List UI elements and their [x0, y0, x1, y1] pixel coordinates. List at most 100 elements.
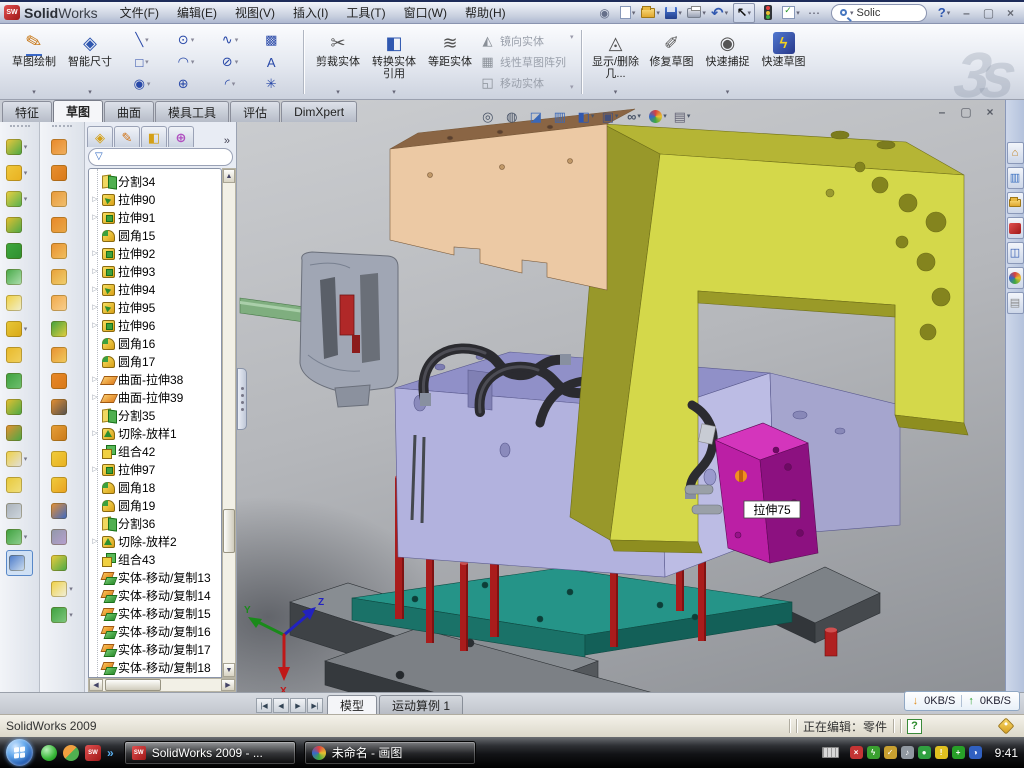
tree-item[interactable]: ▷ 拉伸90 — [91, 190, 221, 208]
scroll-thumb[interactable] — [223, 509, 235, 553]
command-tab[interactable]: DimXpert — [281, 101, 357, 122]
tab-nav-button[interactable]: ▶ — [290, 698, 306, 713]
toolbar-button[interactable]: ▾ — [51, 368, 73, 394]
menu-item[interactable]: 视图(V) — [227, 2, 283, 23]
toolbar-button[interactable]: ▾ — [6, 212, 34, 238]
sketch-tool[interactable]: ▩ ▾ — [252, 29, 296, 51]
sketch-tool[interactable]: ∿ ▾ — [208, 29, 252, 51]
toolbar-button[interactable]: ▾ — [6, 550, 34, 576]
model-top-plate[interactable] — [390, 109, 635, 290]
tray-icon[interactable]: ϟ — [867, 746, 880, 759]
model-side-block[interactable] — [715, 423, 818, 563]
tree-item[interactable]: ▷ 拉伸95 — [91, 298, 221, 316]
tag-icon[interactable] — [998, 718, 1015, 735]
ribbon-button[interactable]: 快速草图 ▾ — [756, 27, 812, 97]
ribbon-small-button[interactable]: ◱ 移动实体 — [480, 74, 566, 92]
scroll-up-button[interactable]: ▲ — [223, 169, 235, 183]
minimize-button[interactable]: – — [957, 4, 976, 21]
graphics-viewport[interactable]: 拉伸75 Y Z X — [237, 100, 1024, 692]
undo-button[interactable] — [710, 3, 730, 22]
command-tab[interactable]: 评估 — [230, 101, 280, 122]
pin[interactable] — [698, 553, 706, 641]
panel-tabs-overflow[interactable]: » — [220, 135, 234, 147]
expand-arrow-icon[interactable]: ▷ — [91, 393, 99, 401]
task-pane-button[interactable] — [1007, 167, 1024, 189]
expand-arrow-icon[interactable]: ▷ — [91, 321, 99, 329]
toolbar-button[interactable]: ▾ — [6, 186, 34, 212]
toolbar-button[interactable]: ▾ — [6, 472, 34, 498]
toolbar-button[interactable]: ▾ — [51, 576, 73, 602]
toolbar-button[interactable]: ▾ — [6, 238, 34, 264]
expand-arrow-icon[interactable]: ▷ — [91, 465, 99, 473]
doc-close-button[interactable]: × — [982, 105, 998, 119]
expand-arrow-icon[interactable]: ▷ — [91, 249, 99, 257]
toolbar-button[interactable]: ▾ — [51, 264, 73, 290]
tree-item[interactable]: ▷ 实体-移动/复制14 — [91, 586, 221, 604]
quick-launch-icon[interactable] — [63, 745, 79, 761]
tree-item[interactable]: ▷ 分割35 — [91, 406, 221, 424]
toolbar-button[interactable]: ▾ — [6, 134, 34, 160]
toolbar-button[interactable]: ▾ — [6, 420, 34, 446]
close-button[interactable]: × — [1001, 4, 1020, 21]
sketch-tool[interactable]: ⊕ ▾ — [164, 73, 208, 95]
headsup-button[interactable]: ▾ — [624, 106, 644, 126]
messenger-icon[interactable] — [41, 745, 57, 761]
open-button[interactable] — [641, 3, 661, 22]
tree-item[interactable]: ▷ 实体-移动/复制18 — [91, 658, 221, 676]
tray-icon[interactable]: ! — [935, 746, 948, 759]
ribbon-button[interactable]: 剪裁实体 ▾ — [310, 27, 366, 97]
toolbar-button[interactable]: ▾ — [51, 316, 73, 342]
panel-tab[interactable] — [114, 126, 140, 147]
search-input[interactable]: Solic — [857, 7, 881, 19]
panel-splitter-handle[interactable] — [237, 368, 247, 430]
more-commands-button[interactable] — [804, 3, 824, 22]
document-tab[interactable]: 运动算例 1 — [379, 695, 463, 714]
panel-tab[interactable] — [141, 126, 167, 147]
smart-dimension-button[interactable]: 智能尺寸 ▾ — [62, 27, 118, 97]
ribbon-small-button[interactable]: ▦ 线性草图阵列 — [480, 53, 566, 71]
save-button[interactable] — [664, 3, 684, 22]
toolbar-button[interactable]: ▾ — [51, 602, 73, 628]
sketch-button[interactable]: 草图绘制 ▾ — [6, 27, 62, 97]
task-pane-button[interactable] — [1007, 242, 1024, 264]
toolbar-button[interactable]: ▾ — [51, 472, 73, 498]
scroll-right-button[interactable]: ▶ — [221, 679, 235, 691]
toolbar-button[interactable]: ▾ — [51, 134, 73, 160]
menu-item[interactable]: 插入(I) — [285, 2, 336, 23]
tree-filter-box[interactable]: ▽ — [88, 148, 233, 166]
sketch-tool[interactable]: ✳ ▾ — [252, 73, 296, 95]
expand-arrow-icon[interactable]: ▷ — [91, 285, 99, 293]
toolbar-button[interactable]: ▾ — [51, 446, 73, 472]
toolbar-button[interactable]: ▾ — [51, 342, 73, 368]
tree-item[interactable]: ▷ 实体-移动/复制13 — [91, 568, 221, 586]
tray-icon[interactable]: ◑ — [969, 746, 982, 759]
taskbar-window-button[interactable]: SW SolidWorks 2009 - ... — [124, 741, 296, 765]
clock[interactable]: 9:41 — [995, 746, 1018, 760]
expand-arrow-icon[interactable]: ▷ — [91, 537, 99, 545]
options-button[interactable] — [781, 3, 801, 22]
tree-item[interactable]: ▷ 曲面-拉伸38 — [91, 370, 221, 388]
sketch-tool[interactable]: A ▾ — [252, 51, 296, 73]
quick-launch-overflow[interactable]: » — [107, 746, 114, 760]
expand-arrow-icon[interactable]: ▷ — [91, 429, 99, 437]
toolbar-button[interactable]: ▾ — [6, 290, 34, 316]
tree-item[interactable]: ▷ 实体-移动/复制16 — [91, 622, 221, 640]
tray-icon[interactable]: + — [952, 746, 965, 759]
model-cavity-insert[interactable] — [300, 252, 398, 407]
taskbar-window-button[interactable]: 未命名 - 画图 — [304, 741, 476, 765]
headsup-button[interactable]: ▾ — [528, 106, 548, 126]
scroll-down-button[interactable]: ▼ — [223, 663, 235, 677]
toolbar-button[interactable]: ▾ — [6, 394, 34, 420]
toolbar-grip[interactable] — [52, 125, 72, 130]
toolbar-button[interactable]: ▾ — [51, 238, 73, 264]
scroll-track[interactable] — [223, 183, 235, 663]
tray-icon[interactable]: ♪ — [901, 746, 914, 759]
tree-item[interactable]: ▷ 圆角15 — [91, 226, 221, 244]
toolbar-button[interactable]: ▾ — [6, 264, 34, 290]
scroll-track[interactable] — [103, 679, 221, 691]
tree-item[interactable]: ▷ 拉伸97 — [91, 460, 221, 478]
doc-restore-button[interactable]: ▢ — [958, 105, 974, 119]
headsup-button[interactable]: ▾ — [504, 106, 524, 126]
command-tab[interactable]: 曲面 — [104, 101, 154, 122]
tree-item[interactable]: ▷ 拉伸91 — [91, 208, 221, 226]
